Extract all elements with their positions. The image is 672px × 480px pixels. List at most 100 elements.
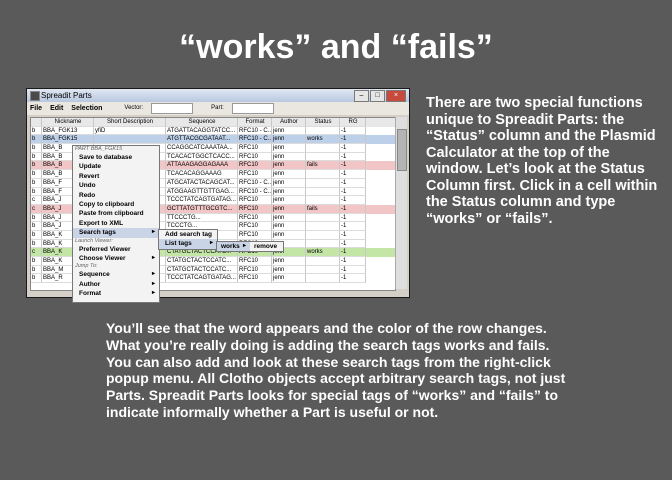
table-cell[interactable]: b — [31, 144, 42, 153]
column-header[interactable]: Format — [238, 118, 272, 127]
table-cell[interactable]: b — [31, 230, 42, 240]
table-cell[interactable]: RFC10 — [238, 230, 272, 240]
table-cell[interactable] — [306, 178, 340, 188]
table-cell[interactable]: b — [31, 265, 42, 275]
menu-item[interactable]: Sequence ▸ — [73, 270, 159, 279]
table-cell[interactable]: b — [31, 239, 42, 249]
table-cell[interactable]: RFC10 — [238, 161, 272, 171]
table-cell[interactable]: b — [31, 135, 42, 145]
table-cell[interactable] — [306, 144, 340, 153]
column-header[interactable] — [31, 118, 42, 127]
table-cell[interactable]: ATGTTACGCGATAAT... — [166, 135, 238, 145]
table-cell[interactable] — [306, 222, 340, 231]
table-cell[interactable]: RFC10 — [238, 144, 272, 153]
part-field[interactable] — [231, 103, 274, 114]
table-cell[interactable]: b — [31, 152, 42, 162]
table-cell[interactable]: -1 — [340, 178, 366, 188]
submenu-item[interactable]: Add search tag — [159, 230, 217, 239]
table-cell[interactable]: b — [31, 274, 42, 284]
table-cell[interactable]: -1 — [340, 257, 366, 266]
table-cell[interactable]: TCACACTGGCTCACC... — [166, 152, 238, 162]
table-cell[interactable]: -1 — [340, 230, 366, 240]
menu-item[interactable]: Format ▸ — [73, 289, 159, 298]
menu-edit[interactable]: Edit — [50, 102, 63, 115]
table-cell[interactable] — [306, 257, 340, 266]
table-cell[interactable]: b — [31, 187, 42, 197]
table-cell[interactable]: jenn — [272, 204, 306, 214]
table-cell[interactable]: CTATGCTACTCCATC... — [166, 265, 238, 275]
table-cell[interactable]: jenn — [272, 170, 306, 179]
table-cell[interactable] — [306, 239, 340, 249]
table-cell[interactable]: ATTAAAGAGGAGAAA — [166, 161, 238, 171]
table-cell[interactable]: -1 — [340, 161, 366, 171]
table-cell[interactable]: jenn — [272, 178, 306, 188]
vertical-scrollbar[interactable] — [395, 117, 407, 289]
table-cell[interactable]: -1 — [340, 222, 366, 231]
table-cell[interactable]: jenn — [272, 257, 306, 266]
table-cell[interactable]: works — [306, 135, 340, 145]
table-cell[interactable]: RFC10 — [238, 265, 272, 275]
table-cell[interactable]: b — [31, 222, 42, 231]
table-row[interactable]: b BBA_FGK15 ATGTTACGCGATAAT... RFC10 - C...… — [31, 135, 395, 145]
minimize-icon[interactable]: – — [354, 90, 369, 102]
table-cell[interactable]: CTATGCTACTCCATC... — [166, 257, 238, 266]
table-cell[interactable]: c — [31, 204, 42, 214]
column-header[interactable]: Sequence — [166, 118, 238, 127]
menu-item[interactable]: Undo — [73, 181, 159, 190]
table-cell[interactable]: RFC10 — [238, 213, 272, 223]
table-cell[interactable]: -1 — [340, 274, 366, 284]
table-cell[interactable]: RFC10 — [238, 152, 272, 162]
tag-item[interactable]: remove — [250, 242, 283, 251]
table-cell[interactable]: b — [31, 126, 42, 136]
menu-item[interactable]: Save to database — [73, 153, 159, 162]
menu-selection[interactable]: Selection — [71, 102, 102, 115]
table-cell[interactable]: GCTTATGTTTGCGTC... — [166, 204, 238, 214]
table-cell[interactable]: TCCCTATCAGTGATAG... — [166, 196, 238, 205]
table-row[interactable]: b BBA_FGK13 yfiD ATGATTACAGGTATCC... RFC10 -… — [31, 126, 395, 136]
table-cell[interactable]: RFC10 — [238, 170, 272, 179]
table-cell[interactable]: yfiD — [94, 126, 166, 136]
menu-item[interactable]: Update — [73, 162, 159, 171]
table-cell[interactable]: jenn — [272, 222, 306, 231]
table-cell[interactable]: TCCCTATCAGTGATAG... — [166, 274, 238, 284]
table-cell[interactable]: RFC10 - C... — [238, 126, 272, 136]
table-cell[interactable]: RFC10 — [238, 222, 272, 231]
menu-item[interactable]: Preferred Viewer — [73, 245, 159, 254]
table-cell[interactable] — [306, 213, 340, 223]
table-cell[interactable]: ATGATTACAGGTATCC... — [166, 126, 238, 136]
table-cell[interactable]: -1 — [340, 239, 366, 249]
scrollbar-thumb[interactable] — [397, 129, 407, 171]
table-cell[interactable] — [306, 170, 340, 179]
table-cell[interactable]: ATGCATACTACAGCAT... — [166, 178, 238, 188]
maximize-icon[interactable]: □ — [370, 90, 385, 102]
table-cell[interactable]: c — [31, 196, 42, 205]
table-cell[interactable]: jenn — [272, 274, 306, 284]
menu-item[interactable]: Author ▸ — [73, 280, 159, 289]
menu-file[interactable]: File — [30, 102, 42, 115]
table-cell[interactable]: -1 — [340, 187, 366, 197]
column-header[interactable]: Nickname — [42, 118, 94, 127]
menu-item[interactable]: Choose Viewer ▸ — [73, 254, 159, 263]
table-cell[interactable]: BBA_FGK13 — [42, 126, 94, 136]
table-cell[interactable]: -1 — [340, 135, 366, 145]
table-cell[interactable] — [306, 187, 340, 197]
table-cell[interactable]: b — [31, 170, 42, 179]
table-cell[interactable]: -1 — [340, 204, 366, 214]
table-cell[interactable]: jenn — [272, 135, 306, 145]
table-cell[interactable] — [94, 135, 166, 145]
table-cell[interactable]: jenn — [272, 187, 306, 197]
table-cell[interactable]: b — [31, 257, 42, 266]
table-cell[interactable]: jenn — [272, 230, 306, 240]
table-cell[interactable]: RFC10 - C... — [238, 187, 272, 197]
table-cell[interactable]: -1 — [340, 196, 366, 205]
table-cell[interactable]: -1 — [340, 144, 366, 153]
table-cell[interactable] — [306, 265, 340, 275]
submenu-item[interactable]: List tags ▸ — [159, 239, 217, 249]
table-cell[interactable]: -1 — [340, 265, 366, 275]
menu-item[interactable]: Search tags ▸ — [73, 228, 159, 238]
table-cell[interactable]: jenn — [272, 265, 306, 275]
table-cell[interactable]: RFC10 — [238, 204, 272, 214]
table-cell[interactable]: works — [306, 248, 340, 257]
table-cell[interactable]: jenn — [272, 126, 306, 136]
table-cell[interactable]: jenn — [272, 152, 306, 162]
